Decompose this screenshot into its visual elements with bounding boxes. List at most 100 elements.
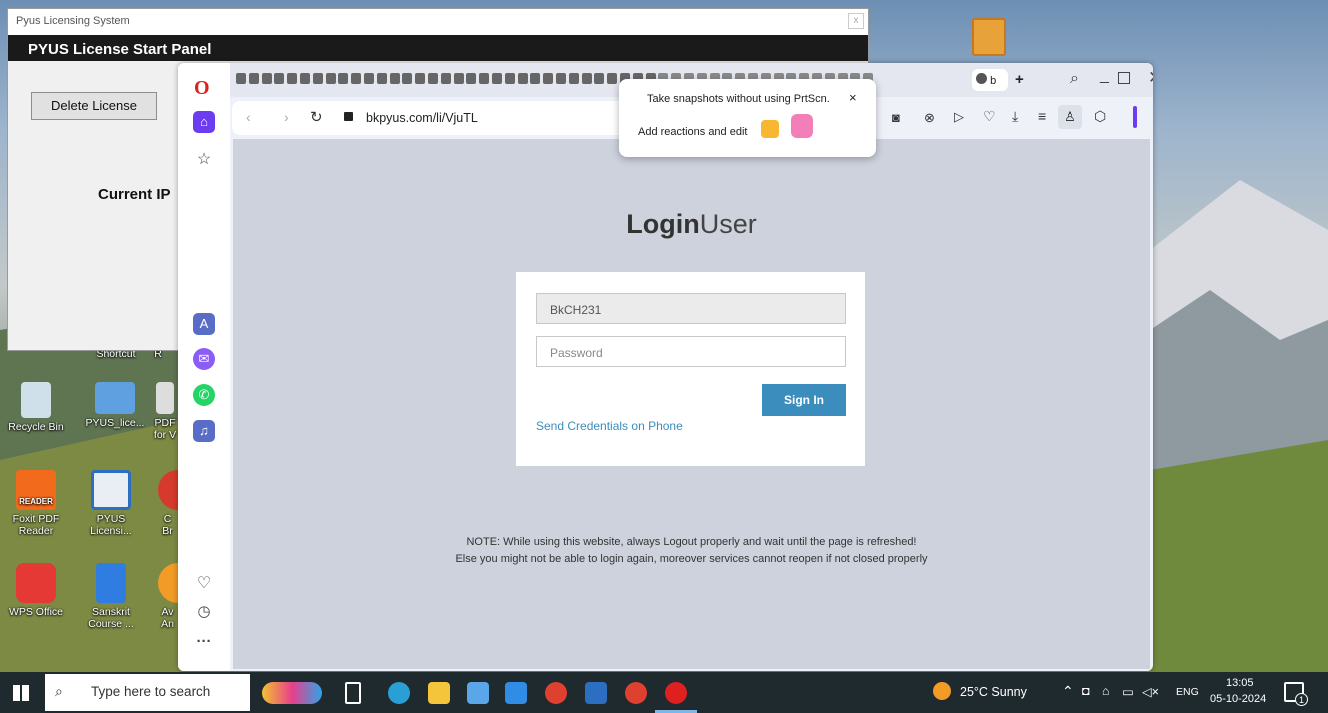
password-input[interactable]: Password	[536, 336, 846, 367]
app-window-icon[interactable]	[585, 682, 607, 704]
collapsed-tab-icon[interactable]	[581, 73, 592, 84]
desktop-pyus-lice[interactable]: PYUS_lice...	[82, 382, 148, 429]
collapsed-tab-icon[interactable]	[415, 73, 426, 84]
messenger-icon[interactable]: ✉	[193, 348, 215, 370]
tray-app-icon[interactable]: ◘	[1082, 684, 1090, 698]
desktop-pyus-licensi[interactable]: PYUS Licensi...	[78, 470, 144, 537]
username-input[interactable]: BkCH231	[536, 293, 846, 324]
collapsed-tab-icon[interactable]	[300, 73, 310, 84]
collapsed-tab-icon[interactable]	[376, 73, 387, 84]
weather-sun-icon[interactable]	[933, 682, 951, 700]
send-icon[interactable]: ▷	[954, 109, 964, 125]
collapsed-tab-icon[interactable]	[402, 73, 413, 84]
opera-logo[interactable]: O	[194, 77, 210, 100]
back-icon[interactable]: ‹	[246, 109, 251, 125]
maximize-button[interactable]	[1118, 72, 1130, 84]
network-icon[interactable]: ⌂	[1102, 684, 1110, 698]
minimize-button[interactable]: _	[1100, 67, 1109, 85]
collapsed-tab-icon[interactable]	[312, 73, 323, 84]
collapsed-tab-icon[interactable]	[556, 73, 566, 84]
close-button[interactable]: ✕	[1148, 68, 1153, 88]
windows-start-icon[interactable]	[13, 685, 29, 701]
pinboard-star-icon[interactable]: ☆	[193, 149, 215, 171]
collapsed-tab-icon[interactable]	[568, 73, 579, 84]
collapsed-tab-icon[interactable]	[351, 73, 362, 84]
collapsed-tab-icon[interactable]	[517, 73, 528, 84]
adblock-icon[interactable]: ⊗	[924, 110, 935, 126]
task-view-icon[interactable]	[345, 682, 361, 704]
note-line-2: Else you might not be able to login agai…	[455, 553, 928, 565]
reload-icon[interactable]: ↻	[310, 108, 323, 126]
desktop-recycle-bin[interactable]: Recycle Bin	[3, 382, 69, 433]
collapsed-tab-icon[interactable]	[338, 73, 349, 84]
home-icon[interactable]: ⌂	[193, 111, 215, 133]
desktop-foxit-reader[interactable]: READER Foxit PDF Reader	[3, 470, 69, 537]
desktop-ava[interactable]: Av An	[155, 563, 180, 630]
music-player-icon[interactable]: ♫	[193, 420, 215, 442]
balloons-icon[interactable]	[262, 682, 322, 704]
search-tabs-icon[interactable]: ⌕	[1070, 70, 1079, 88]
collapsed-tab-icon[interactable]	[492, 73, 502, 84]
history-clock-icon[interactable]: ◷	[193, 601, 215, 623]
archive-icon[interactable]	[972, 18, 1006, 56]
extensions-cube-icon[interactable]: ⬡	[1094, 108, 1106, 125]
delete-license-button[interactable]: Delete License	[31, 92, 157, 120]
collapsed-tab-icon[interactable]	[453, 73, 464, 84]
notification-center-icon[interactable]: 1	[1284, 682, 1308, 706]
collapsed-tab-icon[interactable]	[428, 73, 438, 84]
favorites-heart-icon[interactable]: ♡	[983, 108, 996, 125]
collapsed-tab-icon[interactable]	[287, 73, 298, 84]
tray-chevron-icon[interactable]: ⌃	[1062, 683, 1074, 700]
collapsed-tab-icon[interactable]	[466, 73, 477, 84]
heart-icon[interactable]: ♡	[193, 573, 215, 595]
camera-snapshot-icon[interactable]: ◙	[892, 110, 900, 125]
collapsed-tab-icon[interactable]	[236, 73, 246, 84]
language-indicator[interactable]: ENG	[1176, 686, 1199, 698]
collapsed-tab-icon[interactable]	[274, 73, 285, 84]
store-icon[interactable]	[467, 682, 489, 704]
forward-icon[interactable]: ›	[284, 109, 289, 125]
chrome-2-icon[interactable]	[625, 682, 647, 704]
collapsed-tab-icon[interactable]	[389, 73, 400, 84]
easy-setup-icon[interactable]: ≡	[1038, 108, 1046, 124]
more-icon[interactable]: ···	[193, 631, 215, 653]
display-icon[interactable]: ▭	[1122, 684, 1134, 699]
url-text[interactable]: bkpyus.com/li/VjuTL	[366, 111, 478, 125]
collapsed-tab-icon[interactable]	[440, 73, 451, 84]
collapsed-tab-icon[interactable]	[530, 73, 541, 84]
active-tab[interactable]: b	[972, 69, 1008, 91]
send-credentials-link[interactable]: Send Credentials on Phone	[536, 419, 683, 433]
collapsed-tab-icon[interactable]	[607, 73, 618, 84]
download-icon[interactable]: ⤓	[1012, 108, 1018, 125]
collapsed-tab-icon[interactable]	[594, 73, 605, 84]
volume-muted-icon[interactable]: ◁×	[1142, 684, 1159, 699]
collapsed-tab-icon[interactable]	[248, 73, 259, 84]
whatsapp-icon[interactable]: ✆	[193, 384, 215, 406]
taskbar-search-box[interactable]: ⌕ Type here to search	[45, 674, 250, 711]
edge-icon[interactable]	[388, 682, 410, 704]
desktop-pdf[interactable]: PDF for V	[150, 382, 180, 441]
clock-time[interactable]: 13:05	[1226, 677, 1254, 689]
collapsed-tab-icon[interactable]	[479, 73, 490, 84]
aria-icon[interactable]: A	[193, 313, 215, 335]
weather-text[interactable]: 25°C Sunny	[960, 685, 1027, 699]
desktop-c-br[interactable]: C Br	[155, 470, 180, 537]
collapsed-tab-icon[interactable]	[325, 73, 336, 84]
sign-in-button[interactable]: Sign In	[762, 384, 846, 416]
desktop-sanskrit[interactable]: Sanskrit Course ...	[78, 563, 144, 630]
collapsed-tab-icon[interactable]	[504, 73, 515, 84]
profile-icon[interactable]: ♙	[1058, 105, 1082, 129]
tooltip-close-icon[interactable]: ×	[849, 90, 857, 105]
collapsed-tab-icon[interactable]	[261, 73, 272, 84]
collapsed-tab-icon[interactable]	[364, 73, 374, 84]
file-explorer-icon[interactable]	[428, 682, 450, 704]
collapsed-tab-icon[interactable]	[543, 73, 554, 84]
chrome-partial-icon	[157, 470, 178, 510]
opera-taskbar-icon[interactable]	[665, 682, 687, 704]
mail-icon[interactable]	[505, 682, 527, 704]
chrome-icon[interactable]	[545, 682, 567, 704]
desktop-wps-office[interactable]: WPS Office	[3, 563, 69, 618]
clock-date[interactable]: 05-10-2024	[1210, 693, 1266, 705]
pyus-close-button[interactable]: x	[848, 13, 864, 29]
new-tab-button[interactable]: +	[1015, 71, 1024, 88]
